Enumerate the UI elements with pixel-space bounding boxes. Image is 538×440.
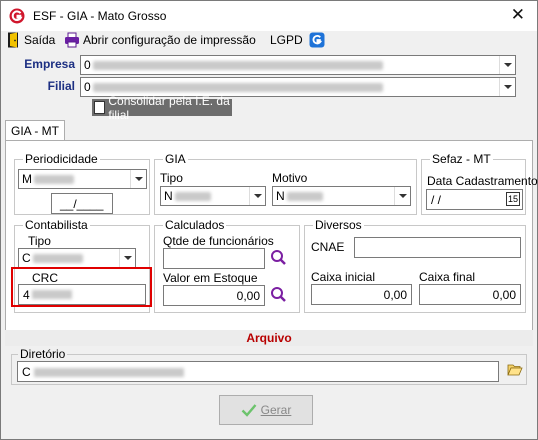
sefaz-group: Sefaz - MT Data Cadastramento / / 15: [421, 152, 538, 215]
gia-tipo-select[interactable]: N: [160, 186, 266, 206]
empresa-select[interactable]: 0: [80, 55, 516, 75]
consolidar-checkbox[interactable]: Consolidar pela I.E. da filial: [92, 94, 232, 122]
diretorio-input[interactable]: C: [17, 361, 499, 382]
chevron-down-icon: [130, 170, 146, 188]
close-button[interactable]: ✕: [511, 6, 525, 24]
tab-gia-mt[interactable]: GIA - MT: [5, 120, 65, 141]
gia-tipo-value: N: [164, 189, 173, 203]
filial-value: 0: [84, 80, 91, 94]
chevron-down-icon: [499, 56, 515, 74]
lgpd-button[interactable]: LGPD: [270, 32, 328, 48]
gia-motivo-select[interactable]: N: [272, 186, 411, 206]
caixa-inicial-label: Caixa inicial: [311, 270, 376, 284]
qtde-funcionarios-label: Qtde de funcionários: [163, 234, 274, 248]
gerar-label: Gerar: [260, 403, 292, 417]
checkmark-icon: [241, 404, 257, 417]
abrir-config-button[interactable]: Abrir configuração de impressão: [64, 32, 256, 48]
gia-group: GIA Tipo N Motivo N: [154, 152, 417, 215]
caixa-inicial-input[interactable]: 0,00: [311, 284, 412, 305]
empresa-label: Empresa: [24, 57, 75, 71]
qtde-funcionarios-input[interactable]: [163, 248, 265, 269]
gia-motivo-value: N: [276, 189, 285, 203]
periodicidade-title: Periodicidade: [23, 152, 100, 166]
cnae-label: CNAE: [311, 240, 345, 254]
diversos-group: Diversos CNAE Caixa inicial 0,00 Caixa f…: [304, 218, 526, 313]
sefaz-title: Sefaz - MT: [430, 152, 493, 166]
chevron-down-icon: [394, 187, 410, 205]
cnae-input[interactable]: [354, 237, 521, 258]
caixa-final-input[interactable]: 0,00: [419, 284, 521, 305]
sefaz-data-label: Data Cadastramento: [427, 174, 538, 188]
contabilista-tipo-value: C: [22, 251, 31, 265]
periodicidade-select[interactable]: M: [18, 169, 147, 189]
checkbox-box[interactable]: [94, 101, 106, 114]
diretorio-title: Diretório: [18, 347, 68, 361]
saida-button[interactable]: Saída: [7, 32, 55, 48]
toolbar: Saída Abrir configuração de impressão LG…: [1, 31, 537, 51]
valor-estoque-value: 0,00: [236, 289, 260, 303]
window-title: ESF - GIA - Mato Grosso: [33, 9, 167, 23]
consolidar-label: Consolidar pela I.E. da filial: [108, 93, 230, 122]
diretorio-value: C: [22, 365, 31, 379]
saida-label: Saída: [24, 33, 56, 47]
caixa-inicial-value: 0,00: [383, 288, 407, 302]
search-icon[interactable]: [269, 248, 289, 268]
caixa-final-label: Caixa final: [419, 270, 476, 284]
printer-icon: [65, 32, 79, 48]
empresa-value: 0: [84, 58, 91, 72]
periodicidade-value: M: [22, 172, 32, 186]
contabilista-title: Contabilista: [23, 218, 90, 232]
gia-motivo-label: Motivo: [272, 171, 308, 185]
valor-estoque-input[interactable]: 0,00: [163, 285, 265, 306]
chevron-down-icon: [119, 249, 135, 267]
gia-title: GIA: [163, 152, 188, 166]
folder-open-icon[interactable]: [507, 363, 523, 377]
arquivo-header: Arquivo: [5, 330, 533, 346]
calculados-title: Calculados: [163, 218, 227, 232]
filial-label: Filial: [47, 79, 75, 93]
crc-highlight-box: [11, 267, 152, 307]
valor-estoque-label: Valor em Estoque: [163, 271, 258, 285]
exit-door-icon: [8, 32, 18, 48]
contabilista-tipo-select[interactable]: C: [18, 248, 136, 268]
contabilista-tipo-label: Tipo: [28, 234, 51, 248]
lgpd-logo-icon: [309, 32, 325, 48]
caixa-final-value: 0,00: [492, 288, 516, 302]
title-bar: ESF - GIA - Mato Grosso ✕: [1, 1, 537, 31]
chevron-down-icon: [249, 187, 265, 205]
abrir-config-label: Abrir configuração de impressão: [83, 33, 256, 47]
calendar-icon[interactable]: 15: [506, 192, 520, 206]
periodo-date-input[interactable]: __/____: [51, 193, 113, 214]
data-cadastramento-input[interactable]: / / 15: [426, 189, 523, 210]
periodo-date-value: __/____: [60, 197, 104, 211]
lgpd-label: LGPD: [270, 33, 303, 47]
gerar-button[interactable]: Gerar: [219, 395, 313, 425]
diversos-title: Diversos: [313, 218, 364, 232]
calculados-group: Calculados Qtde de funcionários Valor em…: [154, 218, 300, 313]
search-icon[interactable]: [269, 285, 289, 305]
periodicidade-group: Periodicidade M __/____: [14, 152, 150, 215]
data-cadastramento-value: / /: [431, 193, 442, 207]
chevron-down-icon: [499, 78, 515, 96]
gia-tipo-label: Tipo: [160, 171, 183, 185]
app-logo-icon: [9, 8, 25, 24]
app-window: ESF - GIA - Mato Grosso ✕ Saída Abrir co…: [0, 0, 538, 440]
